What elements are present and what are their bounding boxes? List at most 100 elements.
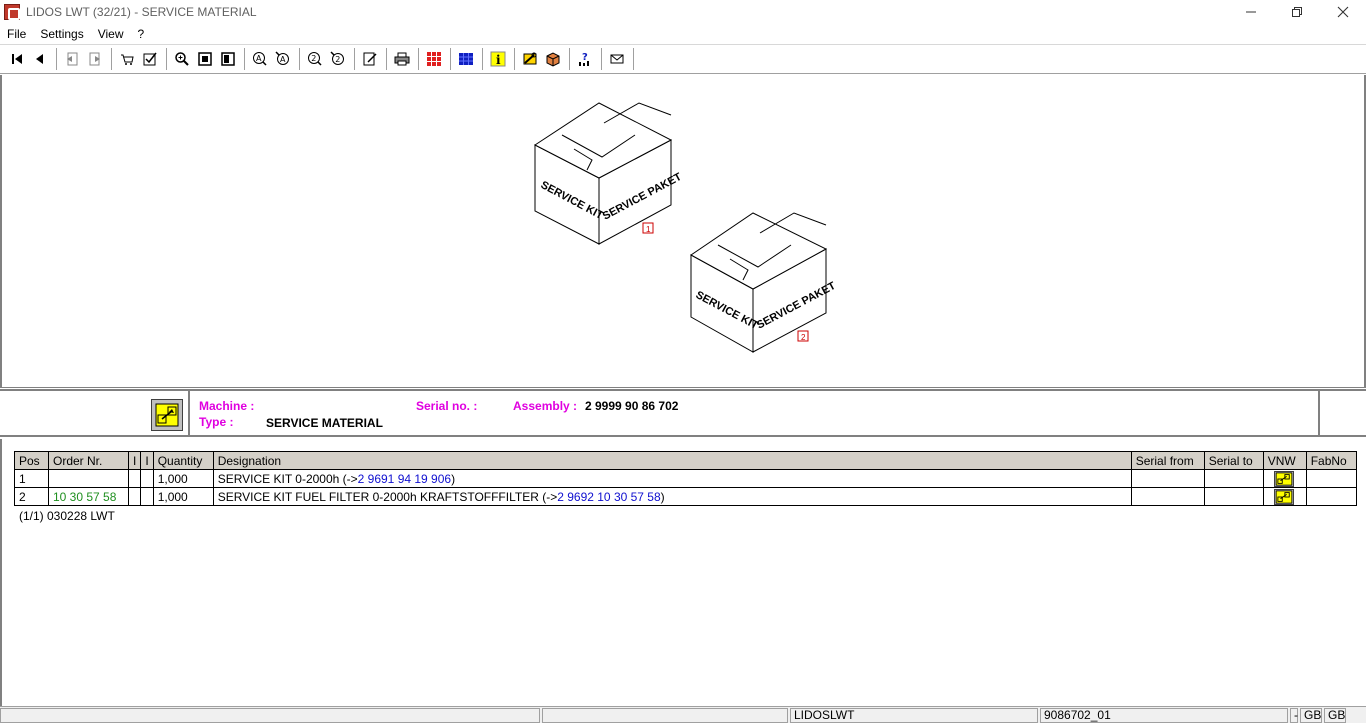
col-quantity[interactable]: Quantity	[152, 451, 214, 470]
package-button[interactable]	[542, 48, 564, 70]
status-language-2: GB	[1324, 708, 1346, 723]
cart-button[interactable]	[116, 48, 138, 70]
zoom-button[interactable]	[171, 48, 193, 70]
page-info: (1/1) 030228 LWT	[19, 509, 115, 523]
cell-quantity: 1,000	[152, 469, 214, 488]
restore-icon	[1292, 7, 1302, 17]
cell-order-nr[interactable]	[48, 469, 129, 488]
designation-link[interactable]: 2 9691 94 19 906	[358, 472, 451, 486]
menu-file[interactable]: File	[0, 27, 33, 41]
status-app: LIDOSLWT	[790, 708, 1038, 723]
assembly-value: 2 9999 90 86 702	[585, 399, 679, 413]
notes-button[interactable]	[359, 48, 381, 70]
col-designation[interactable]: Designation	[212, 451, 1132, 470]
col-serial-from[interactable]: Serial from	[1130, 451, 1205, 470]
status-document: 9086702_01	[1040, 708, 1288, 723]
toolbar-separator	[514, 48, 515, 70]
edit-note-icon	[363, 52, 377, 66]
first-page-button[interactable]	[6, 48, 28, 70]
designation-close: )	[451, 471, 456, 486]
type-label: Type :	[199, 415, 234, 429]
search-a-button[interactable]: A	[249, 48, 271, 70]
menu-settings[interactable]: Settings	[33, 27, 90, 41]
cell-fabno	[1305, 487, 1357, 506]
menu-bar: File Settings View ?	[0, 24, 1366, 43]
print-button[interactable]	[391, 48, 413, 70]
drawing-canvas: SERVICE KIT SERVICE PAKET 1 SERVICE KIT …	[534, 102, 838, 353]
callout-1-label: 1	[646, 225, 651, 234]
menu-view[interactable]: View	[91, 27, 131, 41]
minimize-button[interactable]	[1228, 0, 1274, 24]
toolbar-separator	[244, 48, 245, 70]
svg-text:i: i	[496, 53, 501, 67]
table-row[interactable]: 1 1,000 SERVICE KIT 0-2000h (->2 9691 94…	[14, 469, 1357, 488]
tools-button[interactable]	[519, 48, 541, 70]
toolbar-separator	[482, 48, 483, 70]
table-button[interactable]	[455, 48, 477, 70]
skip-first-icon	[12, 54, 22, 64]
forward-document-button[interactable]	[84, 48, 106, 70]
package-icon	[546, 52, 560, 67]
toolbar-separator	[569, 48, 570, 70]
cell-i1	[127, 487, 142, 506]
col-order-nr[interactable]: Order Nr.	[48, 451, 129, 470]
table-row[interactable]: 2 10 30 57 58 1,000 SERVICE KIT FUEL FIL…	[14, 487, 1357, 506]
designation-link[interactable]: 2 9692 10 30 57 58	[557, 490, 660, 504]
checklist-button[interactable]	[139, 48, 161, 70]
cell-vnw	[1262, 487, 1307, 506]
number-next-icon: 2	[330, 51, 344, 65]
toolbar-separator	[166, 48, 167, 70]
cell-serial-to	[1203, 487, 1264, 506]
info-right-pane	[1322, 391, 1366, 437]
search-number-next-button[interactable]: 2	[327, 48, 349, 70]
menu-help[interactable]: ?	[131, 27, 152, 41]
svg-text:2: 2	[311, 54, 316, 63]
letter-a-search-icon: A	[253, 52, 267, 66]
search-a-next-button[interactable]: A	[272, 48, 294, 70]
cell-serial-to	[1203, 469, 1264, 488]
close-button[interactable]	[1320, 0, 1366, 24]
vnw-row-2-icon[interactable]	[1273, 488, 1294, 505]
minimize-icon	[1246, 11, 1256, 13]
info-icon: i	[490, 51, 506, 67]
status-bar: LIDOSLWT 9086702_01 - GB GB	[0, 706, 1366, 723]
col-i2[interactable]: I	[140, 451, 154, 470]
toolbar-separator	[111, 48, 112, 70]
service-box-1[interactable]: SERVICE KIT SERVICE PAKET	[534, 102, 684, 245]
letter-a-next-icon: A	[275, 51, 289, 65]
cell-order-nr[interactable]: 10 30 57 58	[48, 487, 129, 506]
col-vnw[interactable]: VNW	[1262, 451, 1307, 470]
assembly-info-panel: Machine : Type : SERVICE MATERIAL Serial…	[0, 389, 1366, 437]
col-fabno[interactable]: FabNo	[1305, 451, 1357, 470]
cell-serial-from	[1130, 469, 1205, 488]
col-serial-to[interactable]: Serial to	[1203, 451, 1264, 470]
help-button[interactable]: ?	[574, 48, 596, 70]
designation-close: )	[660, 489, 665, 504]
mail-button[interactable]	[606, 48, 628, 70]
cell-i1	[127, 469, 142, 488]
page-view-button[interactable]	[194, 48, 216, 70]
svg-text:A: A	[280, 55, 286, 64]
exploded-drawing: SERVICE KIT SERVICE PAKET 1 SERVICE KIT …	[0, 75, 1366, 388]
service-box-2[interactable]: SERVICE KIT SERVICE PAKET	[690, 212, 838, 353]
toolbar-separator	[601, 48, 602, 70]
search-number-button[interactable]: 2	[304, 48, 326, 70]
previous-page-button[interactable]	[29, 48, 51, 70]
grid-button[interactable]	[423, 48, 445, 70]
toolbar-separator	[633, 48, 634, 70]
designation-text: SERVICE KIT FUEL FILTER 0-2000h KRAFTSTO…	[217, 489, 558, 504]
col-pos[interactable]: Pos	[14, 451, 49, 470]
vnw-link-button[interactable]	[151, 399, 183, 431]
close-icon	[1337, 6, 1349, 18]
mail-icon	[610, 54, 624, 64]
vnw-row-1-icon[interactable]	[1273, 470, 1294, 487]
callout-2-label: 2	[801, 333, 806, 342]
info-button[interactable]: i	[487, 48, 509, 70]
back-document-button[interactable]	[61, 48, 83, 70]
toolbar-separator	[299, 48, 300, 70]
page-split-button[interactable]	[217, 48, 239, 70]
restore-button[interactable]	[1274, 0, 1320, 24]
cross-reference-icon	[155, 403, 179, 427]
col-i1[interactable]: I	[127, 451, 142, 470]
type-value: SERVICE MATERIAL	[266, 416, 383, 430]
